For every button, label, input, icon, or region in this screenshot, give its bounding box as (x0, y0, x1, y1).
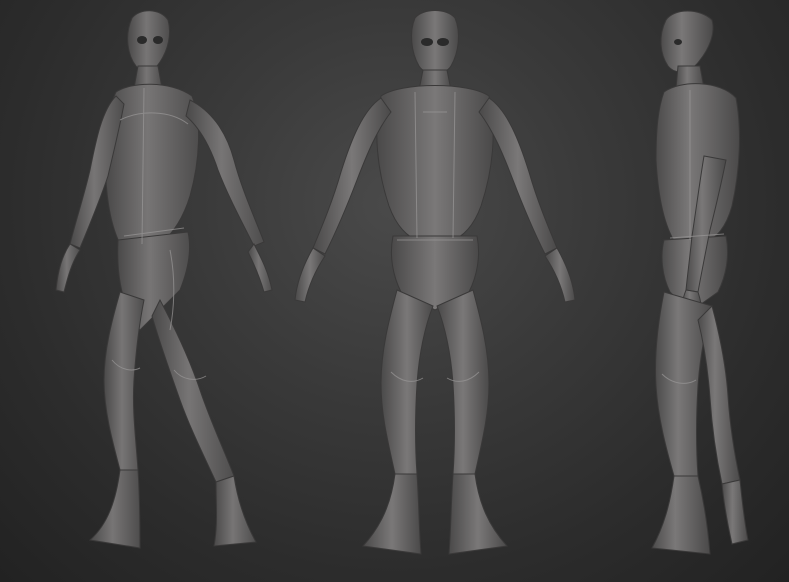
figure-three-quarter-view (20, 0, 280, 582)
alien-figure-icon (651, 10, 749, 555)
alien-figure-icon (294, 10, 576, 555)
alien-figure-icon (55, 10, 273, 549)
figure-front-view (285, 0, 585, 582)
sculpt-viewport (0, 0, 789, 582)
figure-side-view (600, 0, 789, 582)
